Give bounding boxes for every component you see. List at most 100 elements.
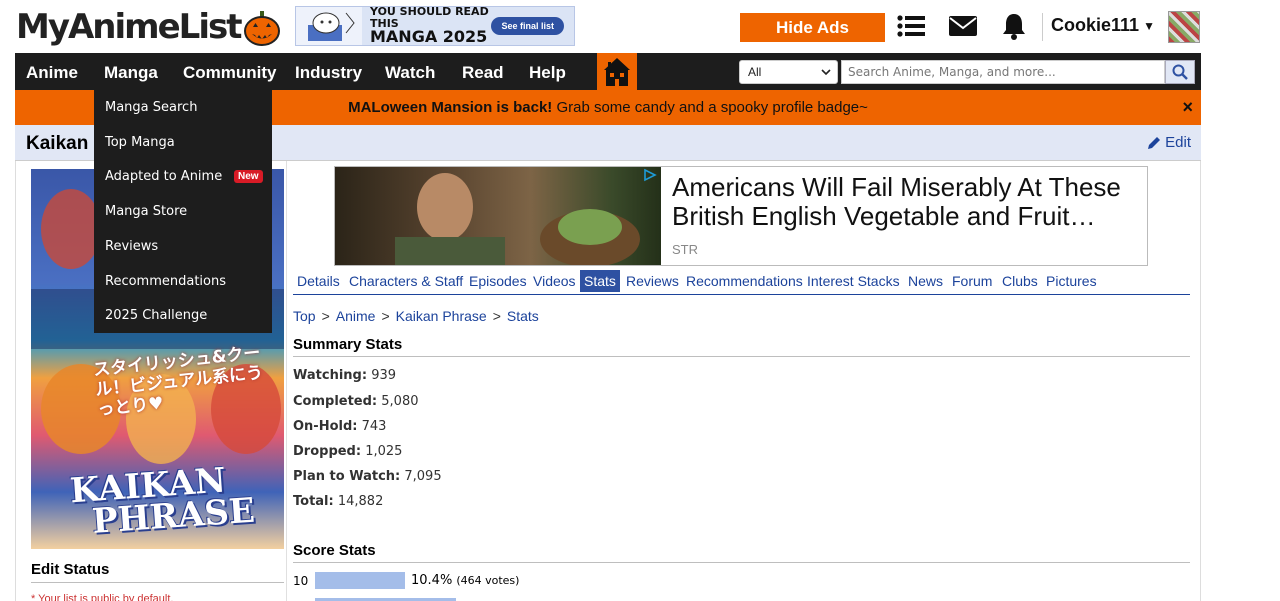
nav-read[interactable]: Read bbox=[462, 53, 504, 90]
search-icon bbox=[1172, 64, 1188, 80]
caret-down-icon: ▼ bbox=[1143, 18, 1155, 33]
stat-value: 939 bbox=[371, 368, 397, 383]
nav-community[interactable]: Community bbox=[183, 53, 277, 90]
stat-label: On-Hold: bbox=[293, 419, 358, 434]
stat-value: 1,025 bbox=[365, 444, 403, 459]
new-badge: New bbox=[234, 170, 263, 183]
logo-text: MyAnimeList bbox=[16, 7, 242, 47]
public-list-note: * Your list is public by default. bbox=[31, 593, 174, 601]
banner-ad-cta[interactable]: See final list bbox=[491, 17, 564, 35]
menu-item-reviews[interactable]: Reviews bbox=[105, 239, 158, 254]
stat-label: Watching: bbox=[293, 368, 368, 383]
manga-dropdown-menu: Manga Search Top Manga Adapted to Anime … bbox=[94, 90, 272, 333]
menu-item-adapted-to-anime[interactable]: Adapted to Anime bbox=[105, 169, 222, 184]
ad-headline-line2: British English Vegetable and Fruit… bbox=[672, 201, 1096, 231]
pencil-icon bbox=[1148, 136, 1161, 149]
tab-characters-staff[interactable]: Characters & Staff bbox=[349, 270, 463, 292]
mail-icon[interactable] bbox=[948, 11, 978, 41]
username: Cookie111 bbox=[1051, 15, 1140, 35]
tab-stats[interactable]: Stats bbox=[580, 270, 620, 292]
summary-stats-heading: Summary Stats bbox=[293, 336, 1190, 357]
main-nav: Anime Manga Community Industry Watch Rea… bbox=[15, 53, 1201, 90]
menu-item-manga-search[interactable]: Manga Search bbox=[105, 100, 197, 115]
nav-help[interactable]: Help bbox=[529, 53, 566, 90]
stat-total: Total: 14,882 bbox=[293, 494, 383, 509]
breadcrumb-title[interactable]: Kaikan Phrase bbox=[396, 308, 487, 324]
search-type-select[interactable]: All bbox=[739, 60, 838, 84]
score-stats-heading: Score Stats bbox=[293, 542, 1190, 563]
breadcrumb: Top > Anime > Kaikan Phrase > Stats bbox=[293, 308, 539, 324]
score-row: 10 10.4% (464 votes) bbox=[293, 572, 519, 589]
stat-value: 7,095 bbox=[404, 469, 442, 484]
haunted-house-icon[interactable] bbox=[597, 53, 637, 90]
score-votes: (464 votes) bbox=[456, 574, 520, 587]
breadcrumb-separator: > bbox=[492, 308, 501, 324]
breadcrumb-separator: > bbox=[381, 308, 390, 324]
avatar[interactable] bbox=[1168, 11, 1200, 43]
menu-item-top-manga[interactable]: Top Manga bbox=[105, 135, 175, 150]
tab-pictures[interactable]: Pictures bbox=[1046, 270, 1097, 292]
close-icon[interactable]: × bbox=[1182, 90, 1193, 125]
bell-icon[interactable] bbox=[999, 11, 1029, 41]
adchoices-icon[interactable] bbox=[642, 168, 658, 182]
search-button[interactable] bbox=[1165, 60, 1195, 84]
stat-value: 743 bbox=[361, 419, 387, 434]
menu-item-manga-store[interactable]: Manga Store bbox=[105, 204, 187, 219]
stat-label: Completed: bbox=[293, 394, 378, 409]
banner-ad-text: YOU SHOULD READ THIS MANGA 2025 bbox=[362, 6, 491, 46]
stat-value: 14,882 bbox=[337, 494, 384, 509]
tab-reviews[interactable]: Reviews bbox=[626, 270, 679, 292]
stat-watching: Watching: 939 bbox=[293, 368, 396, 383]
cover-title: KAIKAN PHRASE bbox=[69, 461, 256, 543]
stat-label: Total: bbox=[293, 494, 334, 509]
tab-videos[interactable]: Videos bbox=[533, 270, 576, 292]
nav-manga[interactable]: Manga bbox=[104, 53, 158, 90]
stat-value: 5,080 bbox=[381, 394, 419, 409]
edit-label: Edit bbox=[1165, 134, 1191, 151]
chevron-down-icon bbox=[821, 61, 831, 90]
anime-tabs: Details Characters & Staff Episodes Vide… bbox=[293, 270, 1190, 295]
search-type-value: All bbox=[748, 65, 762, 79]
edit-status-heading: Edit Status bbox=[31, 561, 284, 583]
breadcrumb-top[interactable]: Top bbox=[293, 308, 316, 324]
column-divider bbox=[286, 161, 287, 601]
ad-photo bbox=[335, 167, 661, 265]
tab-episodes[interactable]: Episodes bbox=[469, 270, 527, 292]
ad-source: STR bbox=[672, 242, 698, 257]
edit-button[interactable]: Edit bbox=[1147, 134, 1191, 151]
breadcrumb-anime[interactable]: Anime bbox=[336, 308, 376, 324]
menu-item-recommendations[interactable]: Recommendations bbox=[105, 274, 226, 289]
user-menu[interactable]: Cookie111 ▼ bbox=[1051, 15, 1155, 36]
promo-text: Grab some candy and a spooky profile bad… bbox=[552, 99, 868, 116]
score-label: 10 bbox=[293, 573, 309, 588]
hide-ads-button[interactable]: Hide Ads bbox=[740, 13, 885, 42]
nav-watch[interactable]: Watch bbox=[385, 53, 435, 90]
nav-anime[interactable]: Anime bbox=[26, 53, 78, 90]
list-icon[interactable] bbox=[896, 11, 926, 41]
tab-forum[interactable]: Forum bbox=[952, 270, 992, 292]
breadcrumb-stats[interactable]: Stats bbox=[507, 308, 539, 324]
nav-industry[interactable]: Industry bbox=[295, 53, 362, 90]
stat-label: Plan to Watch: bbox=[293, 469, 401, 484]
pumpkin-icon bbox=[242, 7, 282, 47]
site-logo[interactable]: MyAnimeList bbox=[16, 5, 282, 49]
tab-interest-stacks[interactable]: Interest Stacks bbox=[807, 270, 900, 292]
score-bar bbox=[315, 572, 405, 589]
tab-clubs[interactable]: Clubs bbox=[1002, 270, 1038, 292]
tab-news[interactable]: News bbox=[908, 270, 943, 292]
tab-recommendations[interactable]: Recommendations bbox=[686, 270, 803, 292]
ad-headline-line1: Americans Will Fail Miserably At These bbox=[672, 172, 1121, 202]
sponsored-ad[interactable]: Americans Will Fail Miserably At These B… bbox=[334, 166, 1148, 266]
banner-ad-line1: YOU SHOULD READ THIS bbox=[370, 5, 489, 30]
ad-headline: Americans Will Fail Miserably At These B… bbox=[672, 173, 1121, 231]
manga-mascot-icon bbox=[296, 7, 362, 45]
tab-details[interactable]: Details bbox=[297, 270, 340, 292]
banner-ad[interactable]: YOU SHOULD READ THIS MANGA 2025 See fina… bbox=[295, 6, 575, 46]
score-percent: 10.4% bbox=[411, 573, 453, 588]
stat-on-hold: On-Hold: 743 bbox=[293, 419, 386, 434]
search-input[interactable]: Search Anime, Manga, and more... bbox=[841, 60, 1165, 84]
stat-dropped: Dropped: 1,025 bbox=[293, 444, 402, 459]
header-divider bbox=[1042, 13, 1043, 41]
menu-item-2025-challenge[interactable]: 2025 Challenge bbox=[105, 308, 207, 323]
stat-plan-to-watch: Plan to Watch: 7,095 bbox=[293, 469, 442, 484]
